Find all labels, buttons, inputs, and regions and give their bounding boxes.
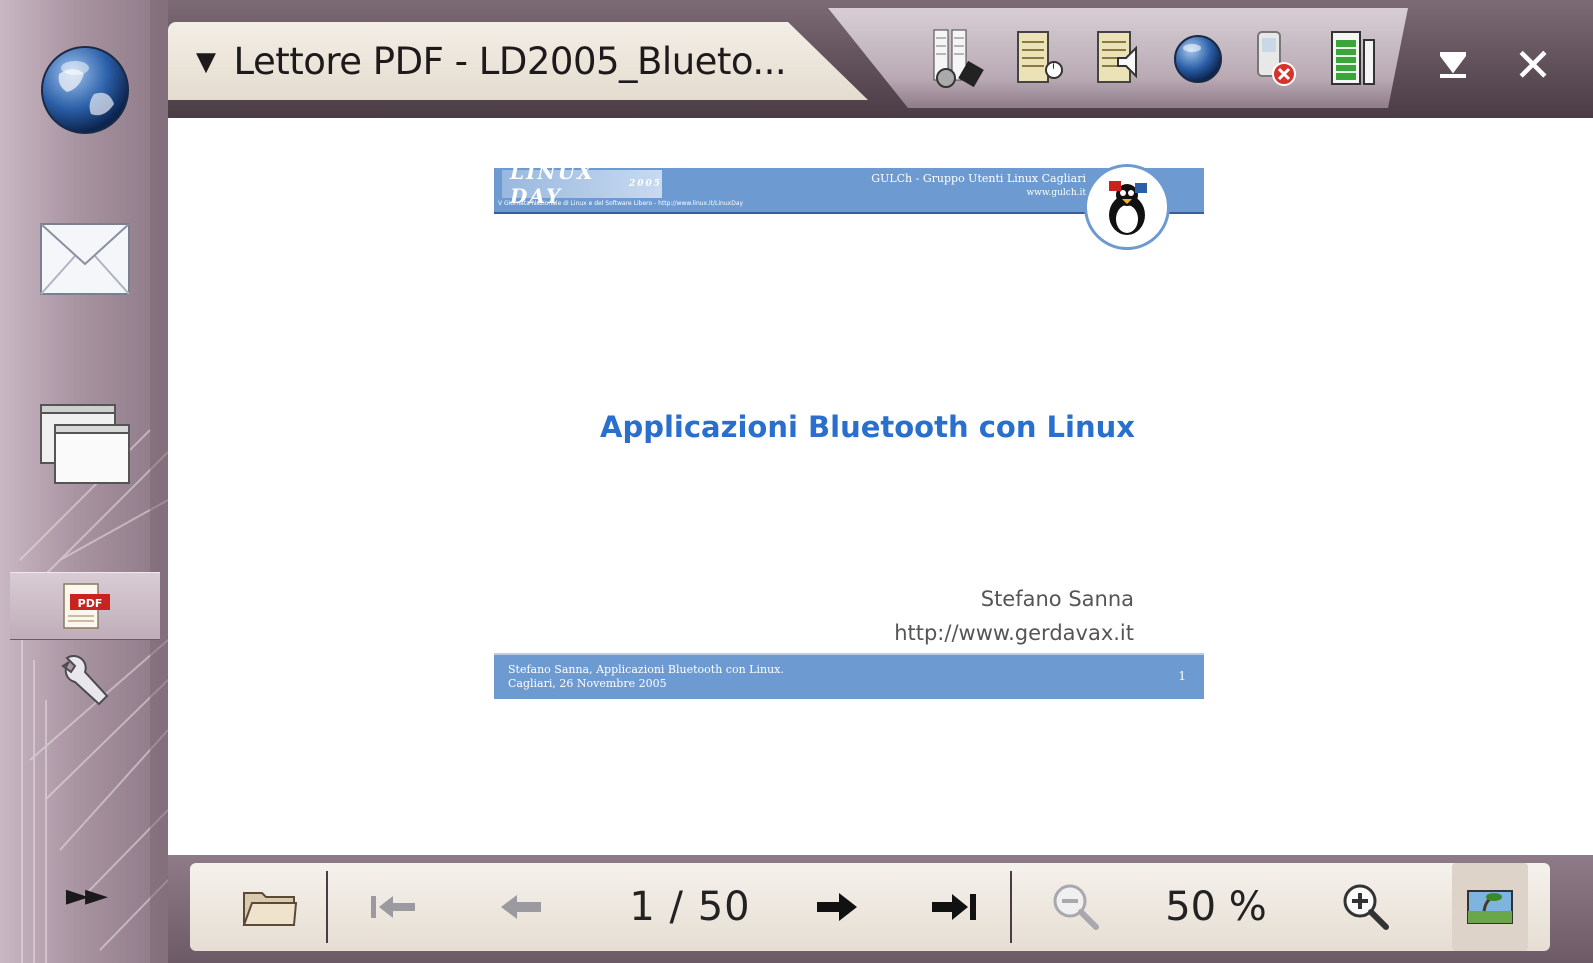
folder-icon [242, 892, 298, 926]
zoom-in-icon [1343, 884, 1389, 930]
image-view-icon [1467, 890, 1513, 924]
zoom-in-button[interactable] [1326, 863, 1406, 951]
page-indicator-label: 1 / 50 [629, 884, 751, 930]
display-brightness-icon[interactable] [1010, 26, 1070, 92]
envelope-icon [40, 223, 130, 295]
minimize-icon [1440, 52, 1466, 78]
pdf-page: LINUX DAY 2005 GULCh - Gruppo Utenti Lin… [494, 160, 1204, 701]
last-page-button[interactable] [916, 863, 994, 951]
sidebar-item-windows[interactable] [10, 395, 160, 495]
status-bar [828, 8, 1408, 108]
title-bar: ▼ Lettore PDF - LD2005_Blueto... ✕ [168, 0, 1593, 118]
slide-footer-text: Stefano Sanna, Applicazioni Bluetooth co… [508, 663, 784, 691]
window-title: ▼ Lettore PDF - LD2005_Blueto... [196, 40, 787, 83]
slide-footer: Stefano Sanna, Applicazioni Bluetooth co… [494, 653, 1204, 699]
task-navigator: PDF ►► [0, 0, 168, 963]
slide-header: LINUX DAY 2005 GULCh - Gruppo Utenti Lin… [494, 160, 1204, 250]
sidebar-item-more[interactable]: ►► [10, 860, 160, 930]
sidebar-item-pdf-reader[interactable]: PDF [10, 572, 160, 640]
zoom-out-icon [1053, 884, 1099, 930]
slide-author-block: Stefano Sanna http://www.gerdavax.it [894, 582, 1134, 650]
zoom-level-label: 50 % [1165, 884, 1267, 930]
fast-forward-icon: ►► [65, 877, 108, 913]
minimize-button[interactable] [1423, 35, 1483, 95]
window-menu-button[interactable]: ▼ Lettore PDF - LD2005_Blueto... [168, 22, 868, 100]
toolbar: 1 / 50 50 % [168, 855, 1593, 963]
sidebar-item-tools[interactable] [10, 645, 160, 715]
last-page-icon [932, 894, 976, 920]
open-file-button[interactable] [234, 863, 306, 951]
next-page-icon [817, 893, 857, 921]
toolbar-separator [326, 871, 328, 943]
slide-page-number: 1 [1178, 669, 1186, 683]
org-name: GULCh - Gruppo Utenti Linux Cagliari [871, 172, 1086, 185]
windows-icon [40, 404, 130, 484]
logo-year: 2005 [628, 179, 662, 189]
application-manager-icon[interactable] [928, 26, 988, 92]
slide-title: Applicazioni Bluetooth con Linux [600, 410, 1135, 444]
first-page-button[interactable] [354, 863, 432, 951]
close-icon: ✕ [1513, 38, 1553, 92]
volume-icon[interactable] [1090, 26, 1150, 92]
sidebar-item-mail[interactable] [10, 215, 160, 305]
slide-subheader: V Giornata Nazionale di Linux e del Soft… [498, 200, 744, 207]
pdf-badge: PDF [78, 597, 103, 610]
previous-page-button[interactable] [482, 863, 560, 951]
presence-offline-icon[interactable] [1248, 26, 1308, 92]
battery-icon[interactable] [1324, 26, 1384, 92]
toolbar-panel: 1 / 50 50 % [190, 863, 1550, 951]
slide-author-name: Stefano Sanna [980, 587, 1134, 611]
toolbar-separator [1010, 871, 1012, 943]
tux-icon [1109, 181, 1147, 235]
page-indicator[interactable]: 1 / 50 [600, 863, 780, 951]
previous-page-icon [501, 895, 541, 919]
slide-org: GULCh - Gruppo Utenti Linux Cagliari www… [871, 172, 1086, 200]
internet-connection-icon[interactable] [1168, 26, 1228, 92]
close-button[interactable]: ✕ [1498, 35, 1568, 95]
slide-author-url: http://www.gerdavax.it [894, 621, 1134, 645]
window-title-label: Lettore PDF - LD2005_Blueto... [233, 40, 787, 83]
fullscreen-button[interactable] [1452, 863, 1528, 951]
pdf-icon: PDF [63, 583, 110, 629]
globe-icon [41, 46, 129, 134]
wrench-icon [61, 655, 109, 706]
zoom-out-button[interactable] [1036, 863, 1116, 951]
first-page-icon [371, 896, 415, 918]
footer-line-2: Cagliari, 26 Novembre 2005 [508, 677, 667, 690]
pdf-document-view[interactable]: LINUX DAY 2005 GULCh - Gruppo Utenti Lin… [168, 118, 1593, 855]
tux-mascot-image [1084, 164, 1170, 250]
sidebar-item-web[interactable] [10, 40, 160, 140]
footer-line-1: Stefano Sanna, Applicazioni Bluetooth co… [508, 663, 784, 676]
next-page-button[interactable] [798, 863, 876, 951]
linux-day-logo: LINUX DAY 2005 [502, 160, 662, 208]
org-url: www.gulch.it [1026, 188, 1086, 198]
zoom-level[interactable]: 50 % [1156, 863, 1276, 951]
menu-arrow-icon: ▼ [196, 47, 216, 77]
